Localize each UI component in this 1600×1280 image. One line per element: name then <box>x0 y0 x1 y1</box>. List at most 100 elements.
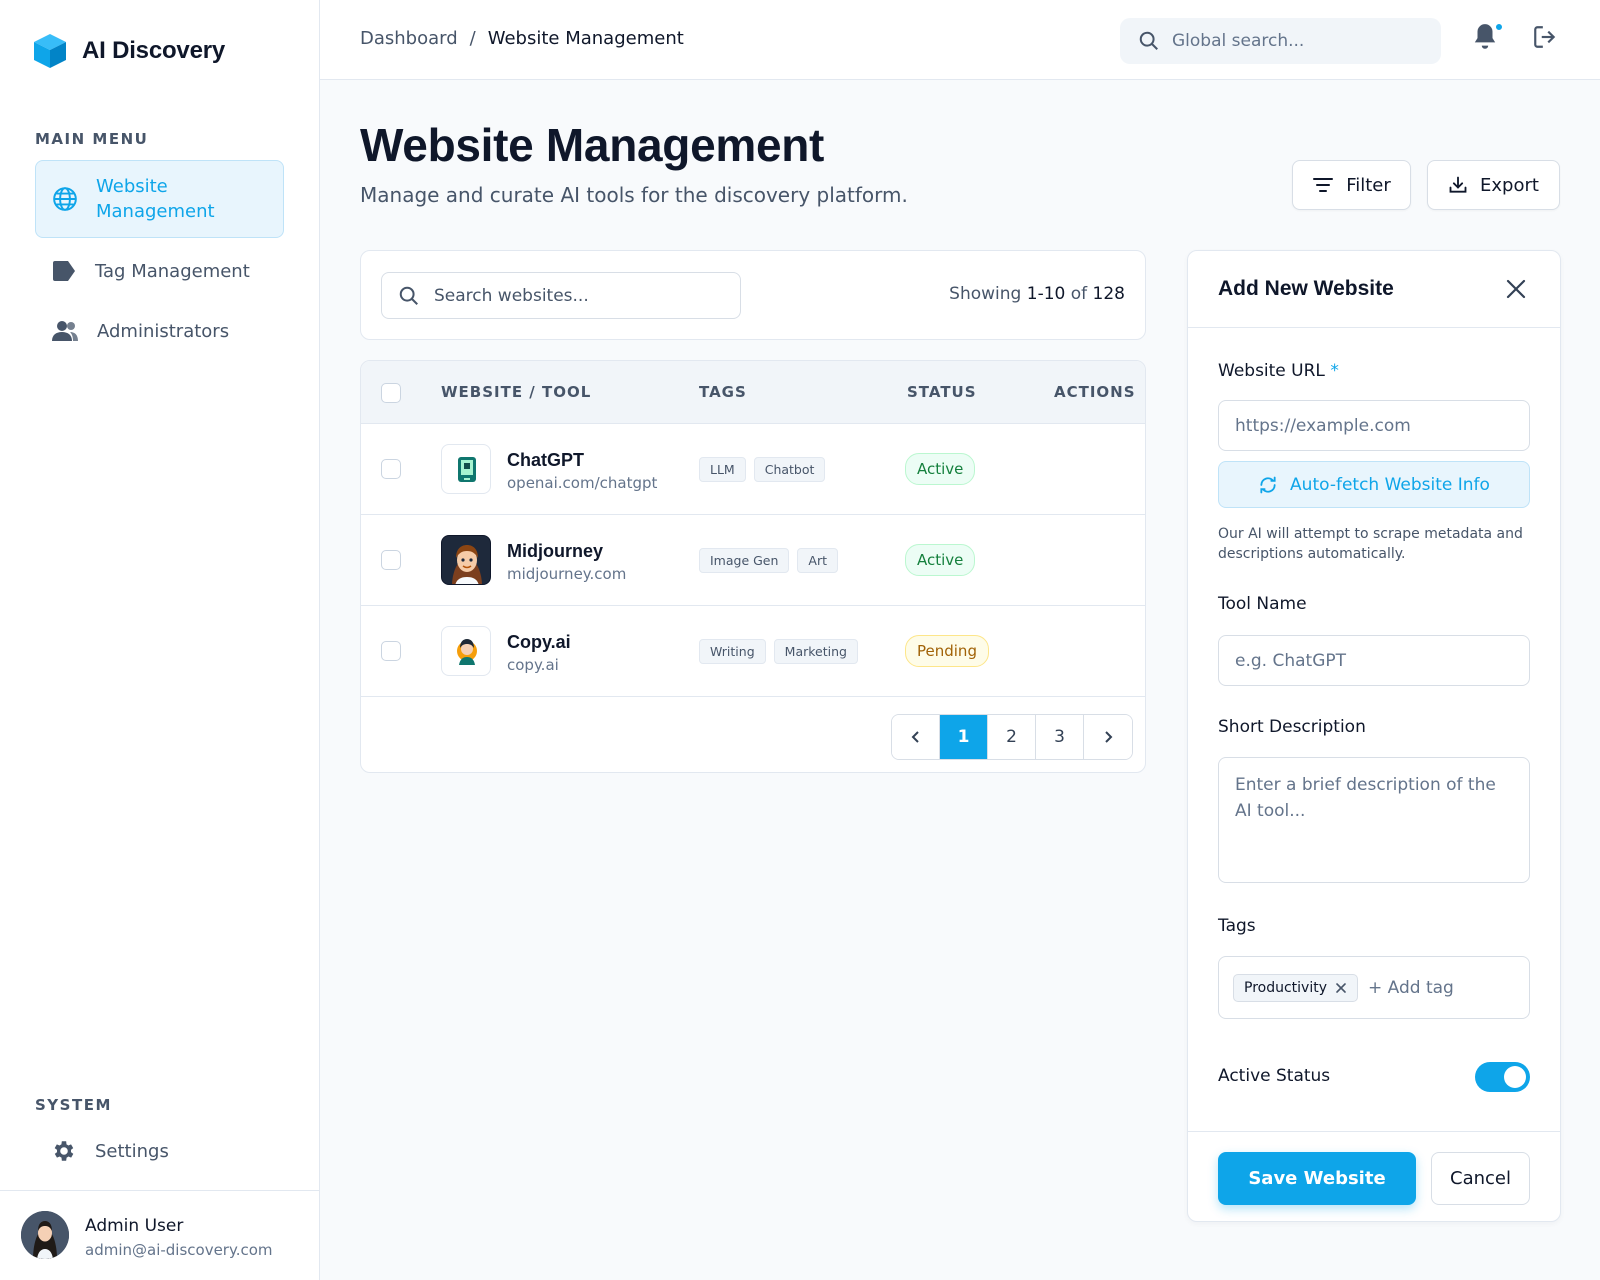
table-row[interactable]: Copy.ai copy.ai Writing Marketing Pendin… <box>361 606 1145 697</box>
copyai-logo-icon <box>441 626 491 676</box>
tool-url: midjourney.com <box>507 565 627 583</box>
showing-range: 1-10 <box>1026 284 1066 304</box>
tag-badge: Art <box>797 548 839 573</box>
tool-name[interactable]: Midjourney <box>507 541 603 562</box>
list-toolbar: Showing 1-10 of 128 <box>360 250 1146 340</box>
page-button-3[interactable]: 3 <box>1036 715 1084 759</box>
breadcrumb-separator: / <box>469 28 476 49</box>
tag-badge: Chatbot <box>753 457 826 482</box>
cancel-button[interactable]: Cancel <box>1431 1152 1530 1205</box>
tag-badge: Writing <box>699 639 766 664</box>
page-button-1[interactable]: 1 <box>940 715 988 759</box>
tag-badge: LLM <box>699 457 746 482</box>
tool-name[interactable]: Copy.ai <box>507 632 571 653</box>
sidebar-item-label: Tag Management <box>95 260 250 282</box>
row-checkbox[interactable] <box>381 459 401 479</box>
breadcrumb-dashboard[interactable]: Dashboard <box>360 28 458 49</box>
sidebar-item-tag-management[interactable]: Tag Management <box>35 256 284 286</box>
sidebar-item-administrators[interactable]: Administrators <box>35 316 284 346</box>
download-icon <box>1448 175 1468 195</box>
brand-name: AI Discovery <box>82 37 226 64</box>
row-tags: Image Gen Art <box>699 548 839 573</box>
column-status[interactable]: STATUS <box>907 383 977 401</box>
sidebar-item-website-management[interactable]: Website Management <box>35 160 284 238</box>
export-button[interactable]: Export <box>1427 160 1560 210</box>
active-status-toggle[interactable] <box>1475 1062 1530 1092</box>
tag-chip-label: Productivity <box>1244 979 1327 996</box>
url-label: Website URL * <box>1218 361 1339 381</box>
table-row[interactable]: ChatGPT openai.com/chatgpt LLM Chatbot A… <box>361 424 1145 515</box>
showing-count: Showing 1-10 of 128 <box>949 284 1125 304</box>
tag-chip: Productivity <box>1233 973 1358 1002</box>
active-status-label: Active Status <box>1218 1066 1331 1086</box>
search-icon <box>1138 30 1160 52</box>
logout-icon[interactable] <box>1532 24 1558 50</box>
breadcrumb: Dashboard / Website Management <box>360 28 684 49</box>
tool-url: copy.ai <box>507 656 559 674</box>
page-subtitle: Manage and curate AI tools for the disco… <box>360 183 908 207</box>
tool-name-label: Tool Name <box>1218 594 1307 614</box>
panel-footer: Save Website Cancel <box>1188 1131 1560 1221</box>
column-tags[interactable]: TAGS <box>699 383 747 401</box>
add-tag-input[interactable]: + Add tag <box>1368 978 1454 998</box>
row-tags: LLM Chatbot <box>699 457 826 482</box>
row-checkbox[interactable] <box>381 641 401 661</box>
brand[interactable]: AI Discovery <box>32 32 225 70</box>
search-icon <box>398 285 420 307</box>
column-website[interactable]: WEBSITE / TOOL <box>441 383 591 401</box>
auto-fetch-label: Auto-fetch Website Info <box>1290 474 1490 495</box>
sidebar-item-label: Website Management <box>96 176 215 222</box>
next-page-button[interactable] <box>1084 715 1132 759</box>
select-all-checkbox[interactable] <box>381 383 401 403</box>
chevron-right-icon <box>1105 731 1113 743</box>
tag-badge: Marketing <box>773 639 858 664</box>
global-search-input[interactable] <box>1172 31 1422 51</box>
auto-fetch-button[interactable]: Auto-fetch Website Info <box>1218 461 1530 508</box>
pagination: 1 2 3 <box>891 714 1133 760</box>
cube-icon <box>32 32 68 70</box>
tool-name-input[interactable] <box>1218 635 1530 686</box>
row-checkbox[interactable] <box>381 550 401 570</box>
website-search[interactable] <box>381 272 741 319</box>
showing-of: of <box>1070 284 1088 304</box>
user-email: admin@ai-discovery.com <box>85 1241 273 1259</box>
panel-title: Add New Website <box>1218 277 1394 300</box>
description-textarea[interactable] <box>1218 757 1530 883</box>
website-url-input[interactable] <box>1218 400 1530 451</box>
tag-icon <box>51 260 77 282</box>
table-row[interactable]: Midjourney midjourney.com Image Gen Art … <box>361 515 1145 606</box>
auto-fetch-help: Our AI will attempt to scrape metadata a… <box>1218 526 1523 562</box>
save-website-button[interactable]: Save Website <box>1218 1152 1416 1205</box>
close-icon[interactable] <box>1504 277 1528 301</box>
status-badge: Active <box>905 544 976 576</box>
global-search[interactable] <box>1120 18 1441 64</box>
description-label: Short Description <box>1218 717 1366 737</box>
status-badge: Active <box>905 453 976 485</box>
table-header: WEBSITE / TOOL TAGS STATUS ACTIONS <box>361 361 1145 424</box>
user-name: Admin User <box>85 1216 184 1236</box>
page-title: Website Management <box>360 119 825 171</box>
website-search-input[interactable] <box>434 285 734 306</box>
filter-button[interactable]: Filter <box>1292 160 1411 210</box>
showing-prefix: Showing <box>949 284 1022 304</box>
row-tags: Writing Marketing <box>699 639 858 664</box>
breadcrumb-current: Website Management <box>487 28 684 49</box>
user-profile[interactable]: Admin User admin@ai-discovery.com <box>0 1190 320 1280</box>
tags-input[interactable]: Productivity + Add tag <box>1218 956 1530 1019</box>
filter-label: Filter <box>1346 174 1391 196</box>
websites-table: WEBSITE / TOOL TAGS STATUS ACTIONS ChatG… <box>360 360 1146 773</box>
tags-label: Tags <box>1218 916 1256 936</box>
tool-name[interactable]: ChatGPT <box>507 450 584 471</box>
chatgpt-logo-icon <box>441 444 491 494</box>
filter-icon <box>1312 176 1334 194</box>
remove-tag-icon[interactable] <box>1335 982 1347 994</box>
sidebar-item-settings[interactable]: Settings <box>35 1136 284 1166</box>
system-label: SYSTEM <box>35 1096 112 1114</box>
gear-icon <box>51 1138 77 1164</box>
page-button-2[interactable]: 2 <box>988 715 1036 759</box>
notification-badge <box>1494 22 1504 32</box>
status-badge: Pending <box>905 635 989 667</box>
column-actions: ACTIONS <box>1054 383 1136 401</box>
panel-header: Add New Website <box>1188 251 1560 328</box>
prev-page-button[interactable] <box>892 715 940 759</box>
